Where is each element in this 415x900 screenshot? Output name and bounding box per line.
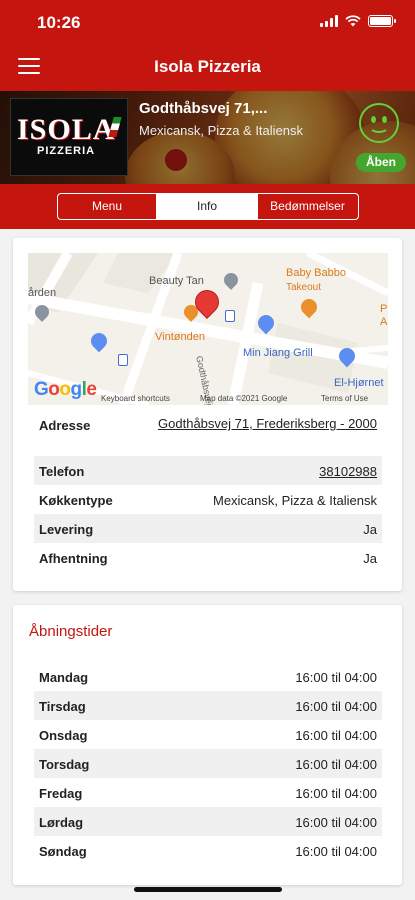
map-label-takeout: Takeout [286,282,322,293]
delivery-label: Levering [39,522,94,537]
tab-menu[interactable]: Menu [58,194,157,219]
cuisine-label: Køkkentype [39,493,113,508]
table-row: Lørdag 16:00 til 04:00 [34,807,382,836]
table-row: Telefon 38102988 [34,456,382,485]
tabs-bar: Menu Info Bedømmelser [0,184,415,229]
day-label: Lørdag [39,815,84,830]
table-row: Onsdag 16:00 til 04:00 [34,720,382,749]
day-label: Mandag [39,670,89,685]
address-link[interactable]: Godthåbsvej 71, Frederiksberg - 2000 [157,414,377,433]
table-row: Levering Ja [34,514,382,543]
status-time: 10:26 [37,13,81,32]
hours-value: 16:00 til 04:00 [295,844,377,859]
day-label: Onsdag [39,728,88,743]
phone-link[interactable]: 38102988 [319,464,377,479]
hours-value: 16:00 til 04:00 [295,815,377,830]
wifi-icon [345,15,361,27]
home-indicator[interactable] [134,887,282,892]
map-label-edge-a: A [380,316,388,328]
table-row: Torsdag 16:00 til 04:00 [34,749,382,778]
opening-hours-title: Åbningstider [29,623,113,640]
logo-text: ISOLA [17,113,116,146]
smiley-happy-icon [359,103,399,143]
day-label: Fredag [39,786,83,801]
status-bar: 10:26 [0,0,415,44]
hours-value: 16:00 til 04:00 [295,757,377,772]
hours-value: 16:00 til 04:00 [295,728,377,743]
hours-value: 16:00 til 04:00 [295,699,377,714]
google-logo: Google [34,379,97,400]
logo-subtext: PIZZERIA [37,145,96,157]
day-label: Tirsdag [39,699,86,714]
bus-stop-icon [118,354,128,366]
hours-value: 16:00 til 04:00 [295,786,377,801]
restaurant-logo: ISOLA PIZZERIA [10,98,128,176]
table-row: Mandag 16:00 til 04:00 [34,662,382,691]
pickup-value: Ja [363,551,377,566]
phone-label: Telefon [39,464,85,479]
page-title: Isola Pizzeria [154,57,261,76]
delivery-value: Ja [363,522,377,537]
cuisine-value: Mexicansk, Pizza & Italiensk [212,493,377,508]
keyboard-shortcuts-link[interactable]: Keyboard shortcuts [101,394,170,403]
map-label-baby-babbo: Baby Babbo [286,267,346,279]
table-row: Køkkentype Mexicansk, Pizza & Italiensk [34,485,382,514]
map-label-el-hjornet: El-Hjørnet [334,377,384,389]
tab-info[interactable]: Info [157,194,258,219]
day-label: Torsdag [39,757,90,772]
map-label-beauty-tan: Beauty Tan [149,275,204,287]
opening-hours-table: Mandag 16:00 til 04:00 Tirsdag 16:00 til… [34,662,382,865]
restaurant-name: Godthåbsvej 71,... [139,100,268,117]
address-label: Adresse [39,418,91,433]
map-label-arden: ården [28,287,57,299]
opening-hours-card: Åbningstider Mandag 16:00 til 04:00 Tirs… [13,605,402,885]
status-icons [320,15,396,27]
info-card: Beauty Tan Baby Babbo Takeout ården Vint… [13,238,402,591]
table-row: Afhentning Ja [34,543,382,572]
map-label-edge-p: P [380,303,388,315]
table-row: Adresse Godthåbsvej 71, Frederiksberg - … [34,410,382,456]
day-label: Søndag [39,844,87,859]
battery-icon [368,15,396,27]
cellular-signal-icon [320,15,338,27]
restaurant-banner: ISOLA PIZZERIA Godthåbsvej 71,... Mexica… [0,91,415,184]
map-view[interactable]: Beauty Tan Baby Babbo Takeout ården Vint… [28,253,388,405]
segmented-control: Menu Info Bedømmelser [57,193,359,220]
info-table: Adresse Godthåbsvej 71, Frederiksberg - … [34,410,382,572]
pickup-label: Afhentning [39,551,108,566]
map-label-vintonden: Vintønden [155,331,205,343]
map-label-min-jiang-grill: Min Jiang Grill [243,347,313,359]
tab-reviews[interactable]: Bedømmelser [258,194,357,219]
table-row: Søndag 16:00 til 04:00 [34,836,382,865]
terms-of-use-link[interactable]: Terms of Use [321,394,368,403]
restaurant-cuisine: Mexicansk, Pizza & Italiensk [139,123,304,138]
hours-value: 16:00 til 04:00 [295,670,377,685]
table-row: Fredag 16:00 til 04:00 [34,778,382,807]
map-data-attribution: Map data ©2021 Google [200,394,288,403]
table-row: Tirsdag 16:00 til 04:00 [34,691,382,720]
app-header: 10:26 Isola Pizzeria [0,0,415,91]
status-badge: Åben [356,153,406,172]
bus-stop-icon [225,310,235,322]
